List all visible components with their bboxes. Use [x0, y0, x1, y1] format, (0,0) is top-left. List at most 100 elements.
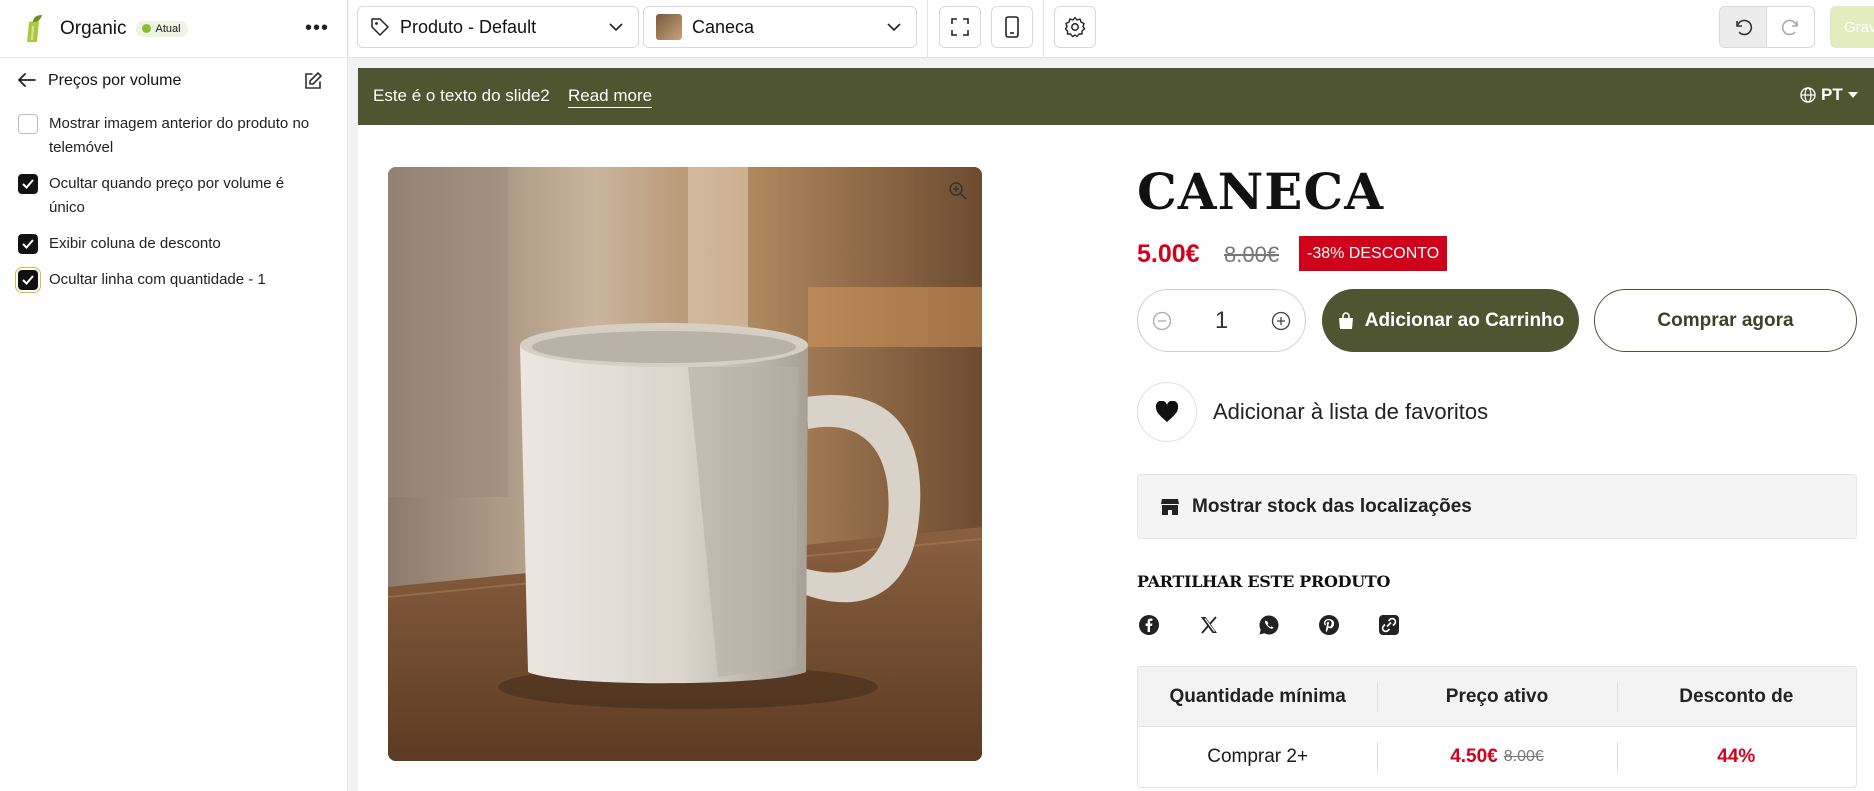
product-price: 5.00€ [1137, 240, 1200, 268]
x-icon[interactable] [1197, 613, 1221, 637]
row-compare-price: 8.00€ [1503, 748, 1544, 765]
save-button[interactable]: Gravar [1830, 6, 1874, 48]
options-list: Mostrar imagem anterior do produto no te… [0, 104, 347, 292]
add-to-cart-label: Adicionar ao Carrinho [1364, 309, 1565, 331]
table-row: Comprar 2+ 4.50€ 8.00€ 44% [1138, 727, 1856, 787]
announcement-link[interactable]: Read more [568, 86, 653, 108]
option-label: Mostrar imagem anterior do produto no te… [49, 115, 310, 156]
app-name: Organic [60, 17, 127, 39]
header-active-price: Preço ativo [1377, 667, 1616, 726]
option-hide-quantity-one-row[interactable]: Ocultar linha com quantidade - 1 [18, 268, 347, 292]
buy-now-button[interactable]: Comprar agora [1594, 289, 1857, 352]
undo-icon [1736, 19, 1753, 36]
option-show-discount-column[interactable]: Exibir coluna de desconto [18, 232, 347, 256]
top-toolbar: Produto - Default Caneca Gravar [349, 0, 1874, 58]
option-hide-single-volume-price[interactable]: Ocultar quando preço por volume é único [18, 172, 347, 220]
facebook-icon[interactable] [1137, 613, 1161, 637]
undo-button[interactable] [1720, 7, 1768, 47]
store-icon [1161, 498, 1179, 515]
status-dot-icon [141, 24, 151, 33]
redo-button[interactable] [1767, 7, 1814, 47]
pinterest-icon[interactable] [1317, 613, 1341, 637]
sidebar-header: Organic Atual ••• [0, 0, 347, 58]
shopping-bag-icon [1338, 311, 1353, 329]
row-price: 4.50€ [1450, 746, 1498, 767]
row-price-cell: 4.50€ 8.00€ [1377, 727, 1616, 787]
fullscreen-icon [951, 18, 969, 36]
product-thumbnail [656, 14, 682, 40]
product-select[interactable]: Caneca [643, 6, 917, 48]
heart-icon [1155, 401, 1179, 422]
product-title: CANECA [1137, 162, 1384, 221]
wishlist-button[interactable] [1137, 382, 1197, 442]
chevron-down-icon [609, 23, 623, 32]
checkbox[interactable] [18, 114, 38, 134]
decrease-quantity-button[interactable] [1152, 311, 1172, 331]
add-to-cart-button[interactable]: Adicionar ao Carrinho [1322, 289, 1579, 352]
show-stock-label: Mostrar stock das localizações [1192, 495, 1472, 517]
discount-badge: -38% DESCONTO [1299, 236, 1448, 271]
more-options-icon[interactable]: ••• [305, 17, 329, 40]
template-select-value: Produto - Default [400, 16, 537, 37]
edit-icon[interactable] [303, 71, 323, 91]
wishlist-label[interactable]: Adicionar à lista de favoritos [1213, 399, 1488, 425]
plus-circle-icon [1271, 311, 1291, 330]
gear-icon [1064, 16, 1086, 38]
table-header-row: Quantidade mínima Preço ativo Desconto d… [1138, 667, 1856, 727]
share-icons [1137, 613, 1437, 637]
header-discount: Desconto de [1616, 667, 1856, 726]
zoom-icon[interactable] [948, 181, 968, 206]
copy-link-icon[interactable] [1377, 613, 1401, 637]
globe-icon [1800, 87, 1816, 103]
product-image[interactable] [388, 167, 982, 761]
show-stock-button[interactable]: Mostrar stock das localizações [1137, 474, 1857, 539]
product-select-value: Caneca [692, 16, 755, 37]
fullscreen-button[interactable] [939, 6, 981, 48]
mug-photo [388, 167, 982, 761]
language-selector[interactable]: PT [1800, 85, 1864, 105]
tag-icon [371, 18, 389, 36]
status-badge: Atual [135, 20, 188, 37]
template-select[interactable]: Produto - Default [357, 6, 639, 48]
volume-pricing-table: Quantidade mínima Preço ativo Desconto d… [1137, 666, 1857, 788]
checkbox[interactable] [18, 270, 38, 290]
toolbar-divider [1043, 0, 1044, 58]
check-icon [22, 239, 34, 249]
redo-icon [1781, 19, 1798, 36]
option-label: Ocultar linha com quantidade - 1 [49, 271, 266, 288]
row-discount: 44% [1616, 727, 1856, 787]
mobile-preview-button[interactable] [991, 6, 1033, 48]
minus-circle-icon [1152, 311, 1172, 330]
option-label: Exibir coluna de desconto [49, 235, 221, 252]
chevron-down-icon [887, 23, 901, 32]
header-min-quantity: Quantidade mínima [1169, 685, 1346, 707]
status-badge-label: Atual [155, 22, 181, 35]
history-controls [1719, 6, 1815, 48]
toolbar-divider [927, 0, 928, 58]
row-quantity: Comprar 2+ [1207, 746, 1309, 767]
share-title: PARTILHAR ESTE PRODUTO [1137, 572, 1391, 591]
option-label: Ocultar quando preço por volume é único [49, 175, 285, 216]
announcement-text: Este é o texto do slide2 [373, 86, 550, 105]
check-icon [22, 179, 34, 189]
quantity-value[interactable]: 1 [1215, 307, 1228, 335]
back-arrow-icon[interactable] [18, 70, 36, 93]
whatsapp-icon[interactable] [1257, 613, 1281, 637]
compare-price: 8.00€ [1224, 242, 1280, 267]
section-title: Preços por volume [48, 72, 182, 89]
check-icon [22, 275, 34, 285]
announcement-bar: Este é o texto do slide2 Read more PT [358, 68, 1874, 125]
section-header: Preços por volume [0, 58, 347, 104]
quantity-stepper: 1 [1137, 289, 1306, 352]
checkbox[interactable] [18, 234, 38, 254]
caret-down-icon [1847, 92, 1858, 98]
option-show-previous-image[interactable]: Mostrar imagem anterior do produto no te… [18, 112, 347, 160]
settings-button[interactable] [1054, 6, 1096, 48]
mobile-icon [1005, 16, 1019, 38]
editor-sidebar: Organic Atual ••• Preços por volume Most… [0, 0, 348, 791]
increase-quantity-button[interactable] [1271, 311, 1291, 331]
app-logo-icon [22, 13, 46, 45]
language-label: PT [1821, 85, 1843, 104]
checkbox[interactable] [18, 174, 38, 194]
store-preview: Este é o texto do slide2 Read more PT CA… [358, 68, 1874, 791]
